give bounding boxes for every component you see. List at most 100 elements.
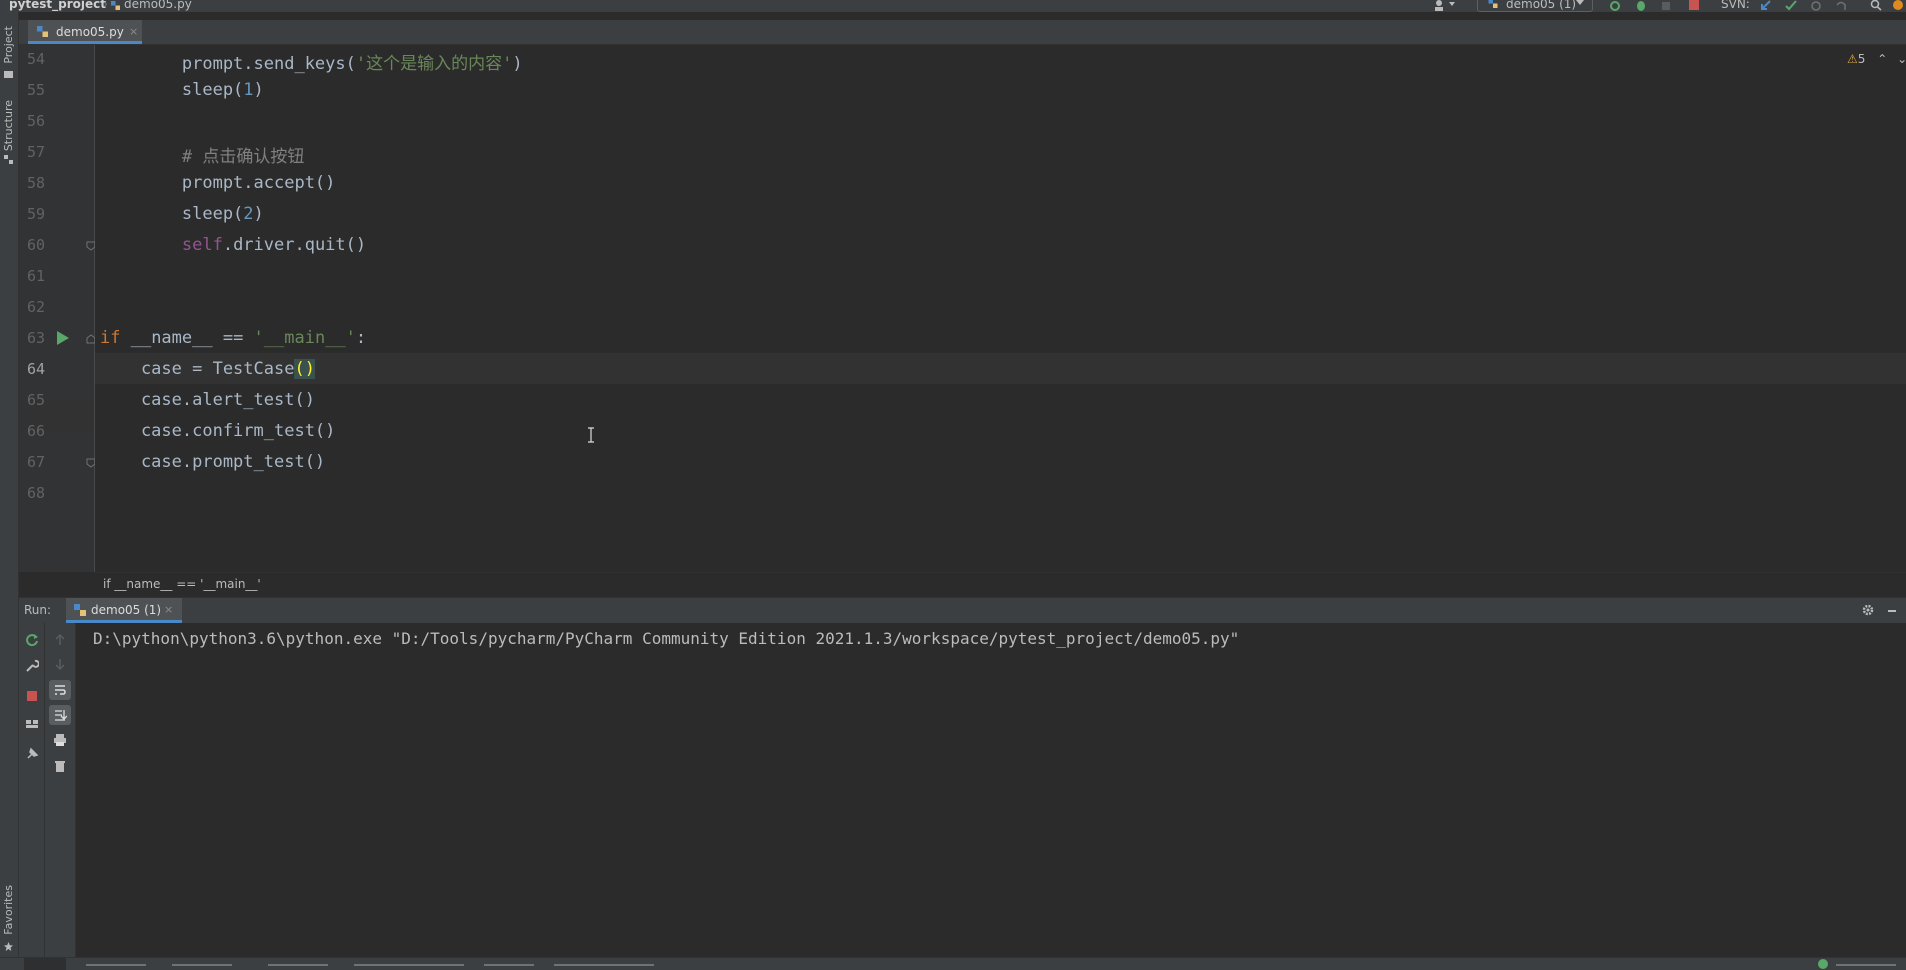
- project-tool-tab[interactable]: Project: [2, 26, 15, 64]
- editor-gutter[interactable]: 54 55 56 57 58 59 60 61 62 63 64 65 66 6…: [19, 45, 95, 572]
- trash-icon[interactable]: [53, 759, 67, 773]
- warning-icon: ⚠: [1847, 52, 1858, 66]
- code-line-57-comment: # 点击确认按钮: [100, 147, 305, 167]
- gear-icon[interactable]: [1862, 604, 1874, 616]
- code-line-58: prompt.accept(): [100, 173, 336, 193]
- breadcrumb-project[interactable]: pytest_project: [9, 0, 106, 11]
- chevron-down-icon[interactable]: ⌄: [1897, 52, 1906, 66]
- star-icon: [4, 942, 13, 951]
- line-number: 60: [26, 236, 45, 254]
- soft-wrap-icon[interactable]: [53, 683, 67, 697]
- line-number-current: 64: [26, 360, 45, 378]
- close-tab-icon[interactable]: ×: [129, 20, 138, 44]
- run-tab-demo05[interactable]: demo05 (1) ×: [66, 598, 182, 623]
- line-number: 68: [26, 484, 45, 502]
- coverage-icon[interactable]: [1660, 0, 1672, 11]
- search-icon[interactable]: [1870, 0, 1882, 11]
- arrow-down-icon[interactable]: [53, 657, 67, 671]
- line-number: 62: [26, 298, 45, 316]
- code-editor[interactable]: prompt.send_keys('这个是输入的内容') sleep(1) # …: [95, 45, 1906, 572]
- svn-update-icon[interactable]: [1760, 0, 1772, 11]
- run-panel-label: Run:: [24, 603, 52, 617]
- code-line-65: case.alert_test(): [100, 390, 315, 410]
- code-line-64: case = TestCase(): [100, 359, 315, 379]
- code-line-55: sleep(1): [100, 80, 264, 100]
- run-configuration-label: demo05 (1): [1506, 0, 1577, 11]
- run-toolbar-secondary: [45, 623, 76, 957]
- structure-icon: [4, 155, 13, 164]
- minimize-icon[interactable]: [1888, 610, 1896, 612]
- run-gutter-icon[interactable]: [57, 331, 69, 345]
- line-number: 59: [26, 205, 45, 223]
- breadcrumb-scope[interactable]: if __name__ == '__main__': [103, 573, 261, 595]
- line-number: 67: [26, 453, 45, 471]
- python-console-tool-tab[interactable]: [554, 964, 654, 966]
- run-toolbar-primary: [19, 623, 45, 957]
- stop-icon[interactable]: [1688, 0, 1700, 11]
- line-number: 58: [26, 174, 45, 192]
- favorites-tool-tab[interactable]: Favorites: [2, 885, 15, 935]
- python-run-icon: [74, 604, 86, 616]
- wrench-icon[interactable]: [25, 659, 39, 673]
- structure-tool-tab[interactable]: Structure: [2, 100, 15, 151]
- line-number: 56: [26, 112, 45, 130]
- line-number: 65: [26, 391, 45, 409]
- python-packages-tool-tab[interactable]: [354, 964, 464, 966]
- terminal-tool-tab[interactable]: [268, 964, 328, 966]
- problems-tool-tab[interactable]: [86, 964, 146, 966]
- warning-count: 5: [1857, 52, 1866, 66]
- code-line-67: case.prompt_test(): [100, 452, 326, 472]
- line-number: 55: [26, 81, 45, 99]
- close-run-tab-icon[interactable]: ×: [164, 598, 173, 622]
- scroll-to-end-icon[interactable]: [53, 708, 67, 722]
- line-number: 63: [26, 329, 45, 347]
- svn-label: SVN:: [1721, 0, 1750, 11]
- mouse-cursor-icon: [588, 427, 594, 443]
- editor-breadcrumb[interactable]: if __name__ == '__main__': [95, 572, 1906, 595]
- python-config-icon: [1488, 0, 1498, 8]
- left-tool-stripe: Project Structure Favorites: [0, 12, 19, 957]
- todo-tool-tab[interactable]: [484, 964, 534, 966]
- arrow-up-icon[interactable]: [53, 633, 67, 647]
- breadcrumb-separator: ›: [103, 0, 108, 11]
- svn-commit-icon[interactable]: [1785, 0, 1797, 11]
- line-number: 54: [26, 50, 45, 68]
- python-file-icon: [37, 26, 48, 37]
- history-icon[interactable]: [1810, 0, 1822, 11]
- user-dropdown-icon[interactable]: [1449, 2, 1455, 6]
- editor-tab-label: demo05.py: [56, 25, 124, 39]
- inspection-widget[interactable]: ⚠5 ⌃ ⌄: [1847, 52, 1906, 66]
- run-console[interactable]: D:\python\python3.6\python.exe "D:/Tools…: [76, 623, 1906, 957]
- rerun-icon[interactable]: [25, 633, 39, 647]
- stop-icon[interactable]: [25, 689, 39, 703]
- line-number: 61: [26, 267, 45, 285]
- run-panel-header: Run: demo05 (1) ×: [19, 597, 1906, 624]
- layout-icon[interactable]: [25, 717, 39, 731]
- console-output-line: D:\python\python3.6\python.exe "D:/Tools…: [93, 629, 1240, 648]
- event-log-tool-tab[interactable]: [1836, 964, 1896, 966]
- event-log-icon[interactable]: [1818, 959, 1828, 969]
- pin-icon[interactable]: [25, 747, 39, 761]
- chevron-down-icon: [1576, 0, 1584, 5]
- line-number: 57: [26, 143, 45, 161]
- debug-icon[interactable]: [1635, 0, 1647, 11]
- rerun-icon[interactable]: [1609, 0, 1621, 11]
- code-line-60: self.driver.quit(): [100, 235, 367, 255]
- code-line-63: if __name__ == '__main__':: [100, 328, 367, 348]
- editor-tab-bar: demo05.py ×: [19, 20, 1906, 45]
- run-tool-tab[interactable]: [24, 958, 66, 970]
- navigation-bar: pytest_project › demo05.py demo05 (1) SV…: [0, 0, 1906, 12]
- revert-icon[interactable]: [1835, 0, 1847, 11]
- chevron-up-icon[interactable]: ⌃: [1877, 52, 1887, 66]
- editor-tab-demo05[interactable]: demo05.py ×: [28, 20, 142, 44]
- update-notification-icon[interactable]: [1892, 0, 1904, 11]
- run-configuration-select[interactable]: demo05 (1): [1477, 0, 1593, 12]
- breadcrumb-file[interactable]: demo05.py: [124, 0, 192, 11]
- code-line-66: case.confirm_test(): [100, 421, 336, 441]
- subversion-tool-tab[interactable]: [172, 964, 232, 966]
- folder-icon: [4, 71, 13, 78]
- line-number: 66: [26, 422, 45, 440]
- print-icon[interactable]: [53, 733, 67, 747]
- user-icon[interactable]: [1434, 0, 1446, 11]
- code-line-54: prompt.send_keys('这个是输入的内容'): [100, 54, 523, 74]
